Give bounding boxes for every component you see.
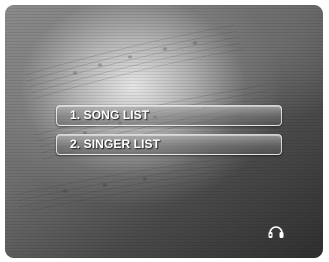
menu-item-label: 2. SINGER LIST [70,137,161,151]
menu-item-singer-list[interactable]: 2. SINGER LIST [56,134,282,155]
menu-item-label: 1. SONG LIST [70,108,150,122]
main-menu: 1. SONG LIST 2. SINGER LIST [56,105,282,163]
karaoke-menu-screen: 1. SONG LIST 2. SINGER LIST [5,5,323,258]
headphones-icon [268,226,284,238]
menu-item-song-list[interactable]: 1. SONG LIST [56,105,282,126]
